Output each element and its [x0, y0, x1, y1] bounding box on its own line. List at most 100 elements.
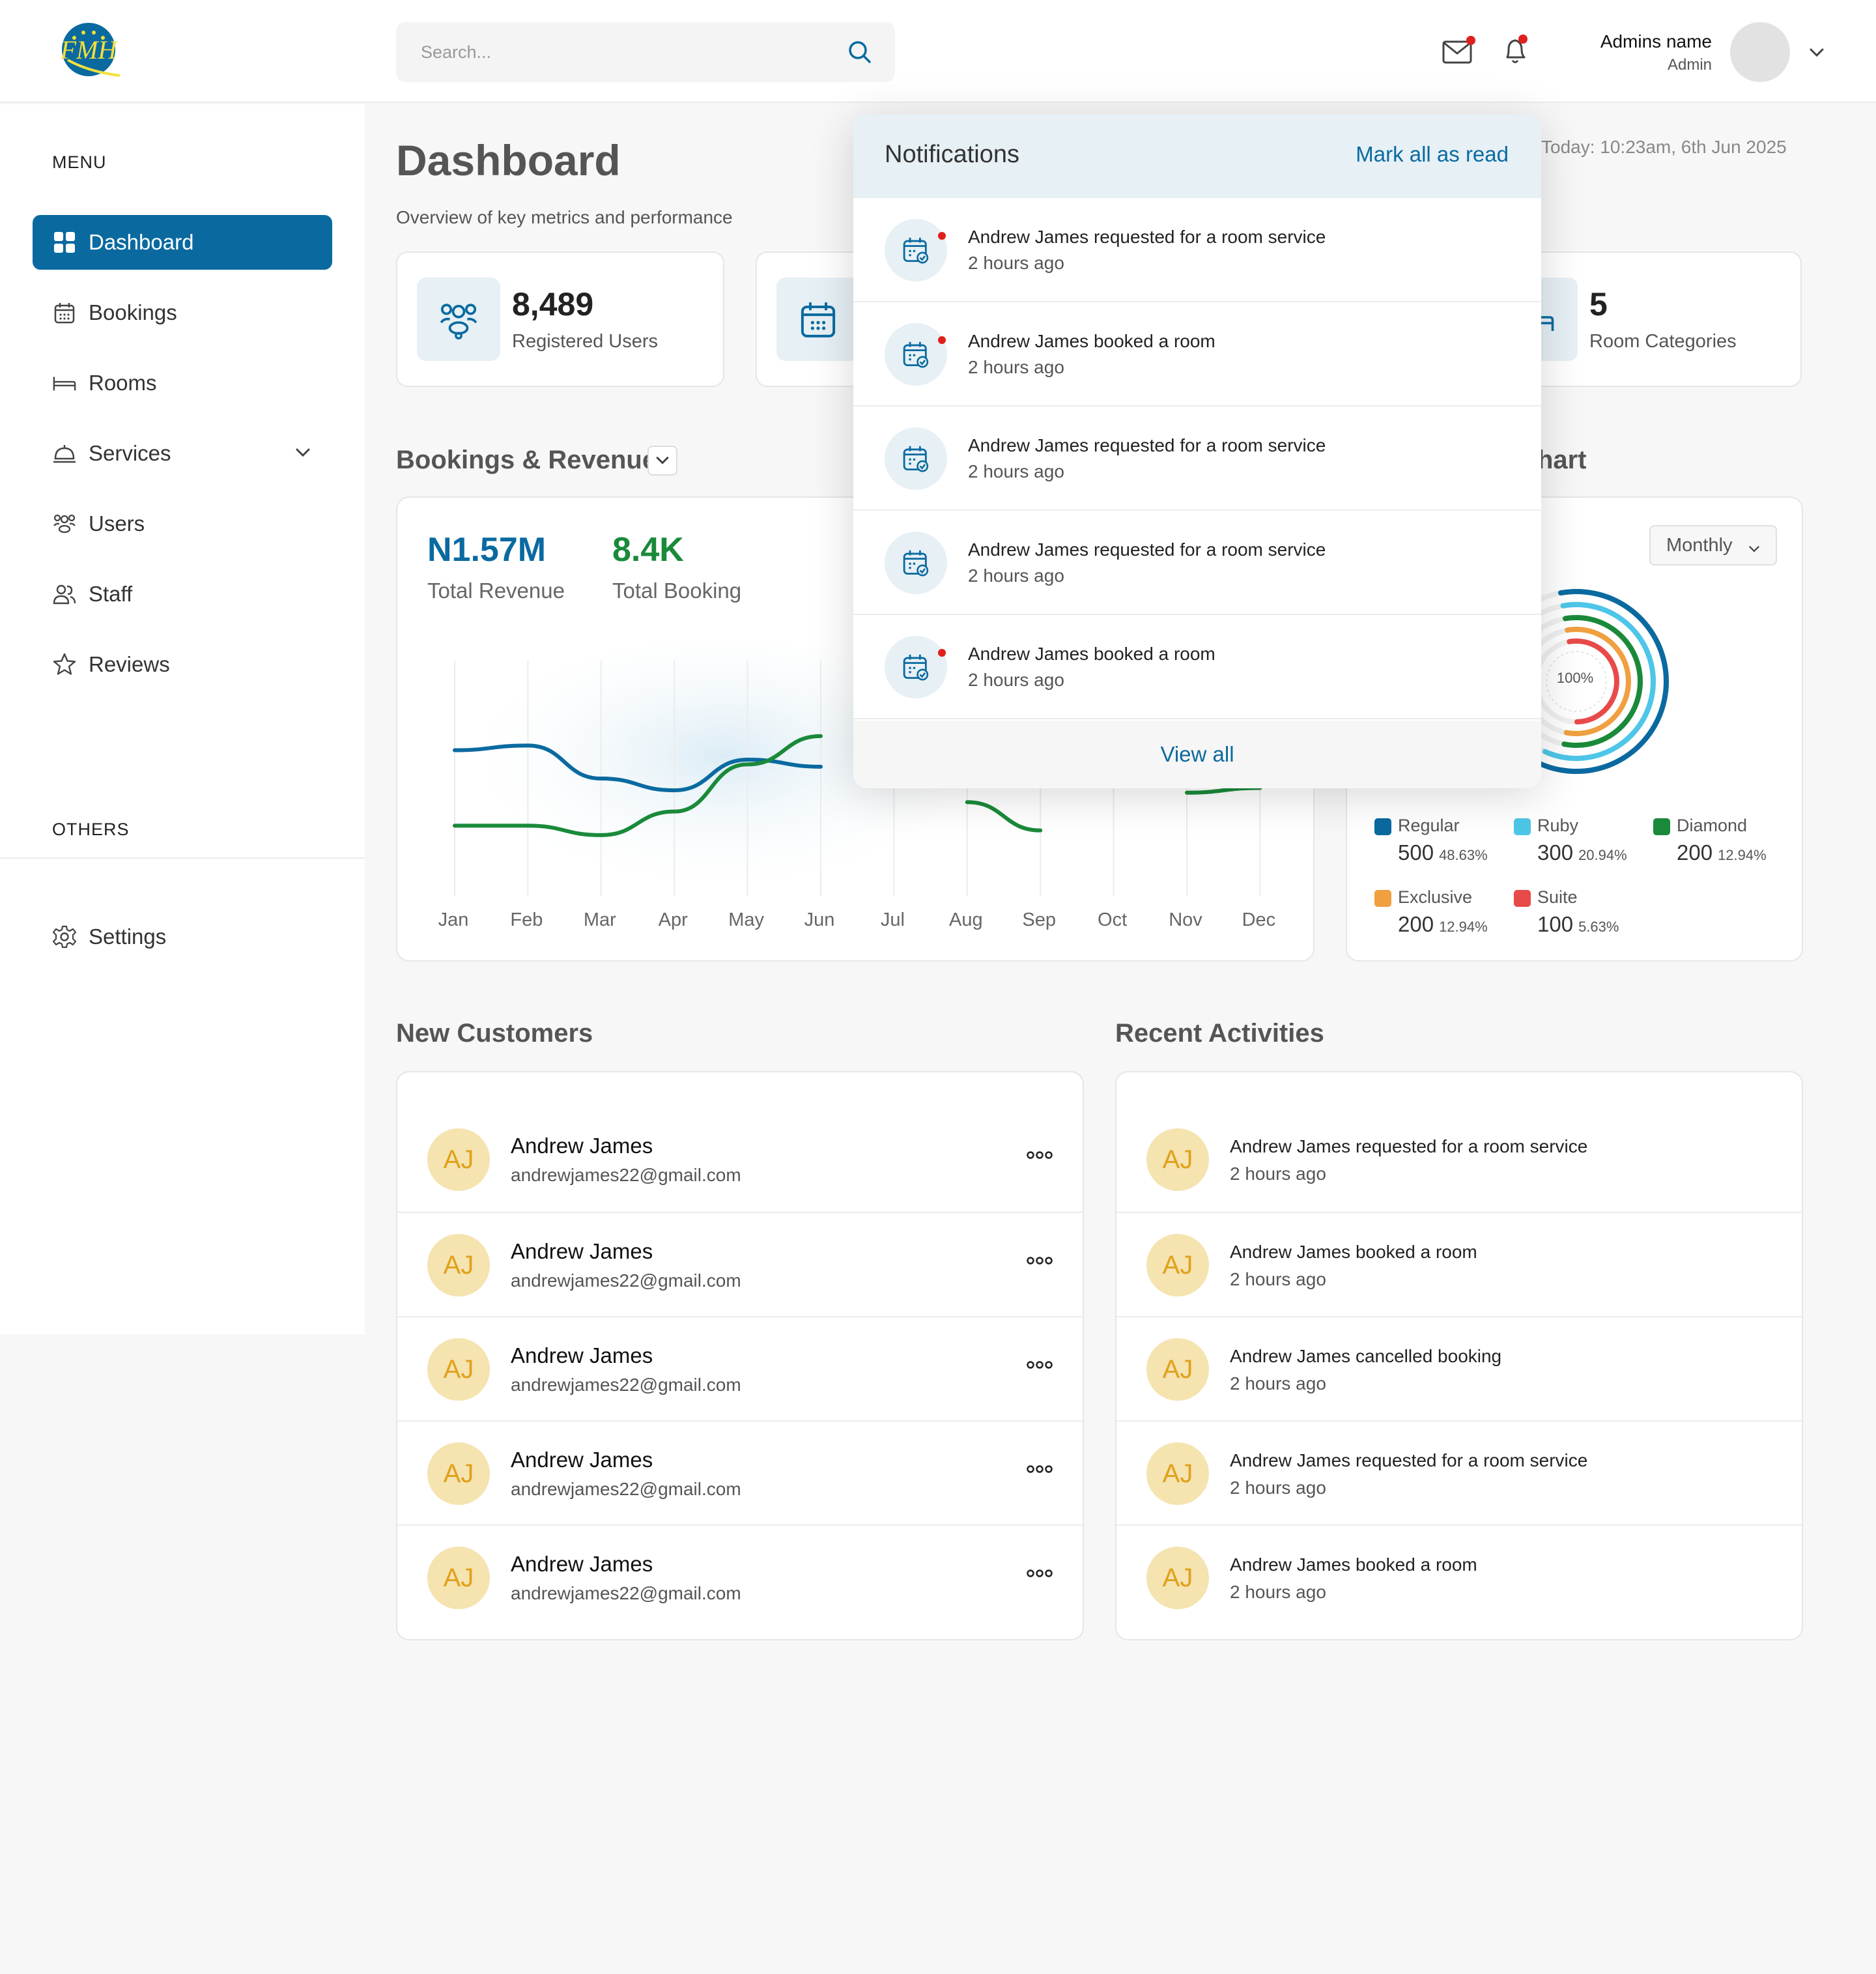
legend-value: 100 5.63%	[1537, 912, 1619, 937]
legend-percent: 12.94%	[1718, 847, 1767, 863]
more-options-icon[interactable]	[1027, 1569, 1053, 1578]
avatar: AJ	[427, 1128, 490, 1191]
grid-icon	[52, 230, 77, 255]
list-item[interactable]: AJ Andrew James requested for a room ser…	[1116, 1420, 1802, 1524]
notification-item[interactable]: Andrew James requested for a room servic…	[853, 198, 1541, 302]
notification-text: Andrew James requested for a room servic…	[968, 435, 1326, 455]
hotel-logo[interactable]: FMH	[60, 21, 122, 79]
list-item[interactable]: AJ Andrew James cancelled booking 2 hour…	[1116, 1316, 1802, 1420]
bell-icon[interactable]	[1498, 33, 1535, 69]
legend-name: Exclusive	[1398, 887, 1473, 907]
admin-name[interactable]: Admins name	[1600, 31, 1712, 52]
notification-item[interactable]: Andrew James requested for a room servic…	[853, 511, 1541, 615]
x-tick-label: Jun	[804, 909, 835, 930]
bookings-revenue-title: Bookings & Revenue	[396, 446, 657, 474]
chevron-down-icon[interactable]	[1807, 43, 1826, 63]
list-item[interactable]: AJ Andrew James booked a room 2 hours ag…	[1116, 1212, 1802, 1316]
more-options-icon[interactable]	[1027, 1256, 1053, 1265]
search-bar[interactable]	[396, 22, 895, 82]
notifications-panel: Notifications Mark all as read Andrew Ja…	[853, 115, 1541, 788]
page-title: Dashboard	[396, 136, 621, 184]
x-tick-label: Nov	[1169, 909, 1202, 930]
legend-count: 300	[1537, 840, 1574, 865]
sidebar-item-settings[interactable]: Settings	[33, 909, 332, 964]
customer-email: andrewjames22@gmail.com	[511, 1479, 741, 1499]
list-item[interactable]: AJ Andrew James requested for a room ser…	[1116, 1108, 1802, 1212]
stat-card-users[interactable]: 8,489 Registered Users	[396, 251, 724, 387]
sidebar-item-label: Users	[89, 511, 145, 536]
legend-percent: 20.94%	[1578, 847, 1627, 863]
legend-count: 100	[1537, 912, 1574, 936]
sidebar-item-label: Rooms	[89, 371, 157, 395]
sidebar-item-reviews[interactable]: Reviews	[33, 637, 332, 692]
notification-item[interactable]: Andrew James booked a room 2 hours ago	[853, 302, 1541, 407]
mark-all-read-button[interactable]: Mark all as read	[1356, 142, 1509, 167]
legend-swatch	[1374, 890, 1391, 907]
customer-name: Andrew James	[511, 1343, 653, 1367]
sidebar-divider	[0, 857, 365, 859]
x-tick-label: Jan	[438, 909, 469, 930]
legend-swatch	[1514, 818, 1531, 835]
mail-icon[interactable]	[1440, 34, 1476, 70]
more-options-icon[interactable]	[1027, 1465, 1053, 1474]
unread-dot	[938, 232, 946, 240]
list-item[interactable]: AJ Andrew James andrewjames22@gmail.com	[397, 1108, 1083, 1212]
sidebar-item-label: Services	[89, 441, 171, 465]
avatar: AJ	[427, 1547, 490, 1609]
avatar: AJ	[1146, 1547, 1209, 1609]
chevron-down-icon	[1749, 546, 1759, 552]
list-item[interactable]: AJ Andrew James andrewjames22@gmail.com	[397, 1420, 1083, 1524]
notification-time: 2 hours ago	[968, 670, 1064, 690]
x-tick-label: Sep	[1022, 909, 1056, 930]
sidebar-item-bookings[interactable]: Bookings	[33, 285, 332, 340]
search-input[interactable]	[421, 22, 812, 82]
more-options-icon[interactable]	[1027, 1360, 1053, 1369]
notification-time: 2 hours ago	[968, 461, 1064, 481]
legend-value: 200 12.94%	[1677, 840, 1767, 865]
calendar-check-icon	[885, 323, 947, 386]
chevron-down-icon[interactable]	[293, 443, 313, 463]
legend-name: Diamond	[1677, 816, 1748, 835]
activity-time: 2 hours ago	[1230, 1373, 1326, 1394]
sidebar-item-users[interactable]: Users	[33, 496, 332, 551]
calendar-check-icon	[885, 219, 947, 281]
view-all-button[interactable]: View all	[853, 721, 1541, 788]
sidebar-item-services[interactable]: Services	[33, 426, 332, 481]
notification-text: Andrew James booked a room	[968, 331, 1215, 351]
customer-name: Andrew James	[511, 1134, 653, 1158]
activity-time: 2 hours ago	[1230, 1164, 1326, 1184]
customer-name: Andrew James	[511, 1239, 653, 1263]
sidebar-item-rooms[interactable]: Rooms	[33, 356, 332, 410]
legend-item: Suite 100 5.63%	[1514, 887, 1657, 939]
period-dropdown-button[interactable]	[647, 446, 677, 476]
x-tick-label: Apr	[658, 909, 688, 930]
gear-icon	[52, 924, 77, 949]
period-select[interactable]: Monthly	[1649, 525, 1777, 565]
legend-name: Ruby	[1537, 816, 1579, 835]
activity-text: Andrew James booked a room	[1230, 1554, 1477, 1575]
series-line-1[interactable]	[1185, 786, 1262, 795]
list-item[interactable]: AJ Andrew James andrewjames22@gmail.com	[397, 1316, 1083, 1420]
customer-email: andrewjames22@gmail.com	[511, 1270, 741, 1291]
avatar: AJ	[1146, 1442, 1209, 1505]
list-item[interactable]: AJ Andrew James andrewjames22@gmail.com	[397, 1212, 1083, 1316]
recent-activities-title: Recent Activities	[1115, 1019, 1324, 1048]
customer-name: Andrew James	[511, 1552, 653, 1576]
calendar-check-icon	[885, 636, 947, 698]
legend-value: 300 20.94%	[1537, 840, 1627, 865]
sidebar-item-staff[interactable]: Staff	[33, 567, 332, 622]
unread-dot	[938, 649, 946, 657]
menu-heading: MENU	[52, 152, 107, 172]
legend-count: 200	[1398, 912, 1434, 936]
legend-name: Suite	[1537, 887, 1578, 907]
list-item[interactable]: AJ Andrew James booked a room 2 hours ag…	[1116, 1524, 1802, 1629]
notification-time: 2 hours ago	[968, 253, 1064, 273]
avatar[interactable]	[1730, 22, 1790, 82]
more-options-icon[interactable]	[1027, 1151, 1053, 1160]
notification-item[interactable]: Andrew James booked a room 2 hours ago	[853, 615, 1541, 719]
search-icon[interactable]	[846, 38, 874, 66]
list-item[interactable]: AJ Andrew James andrewjames22@gmail.com	[397, 1524, 1083, 1629]
x-tick-label: Aug	[948, 909, 983, 930]
sidebar-item-dashboard[interactable]: Dashboard	[33, 215, 332, 270]
notification-item[interactable]: Andrew James requested for a room servic…	[853, 407, 1541, 511]
